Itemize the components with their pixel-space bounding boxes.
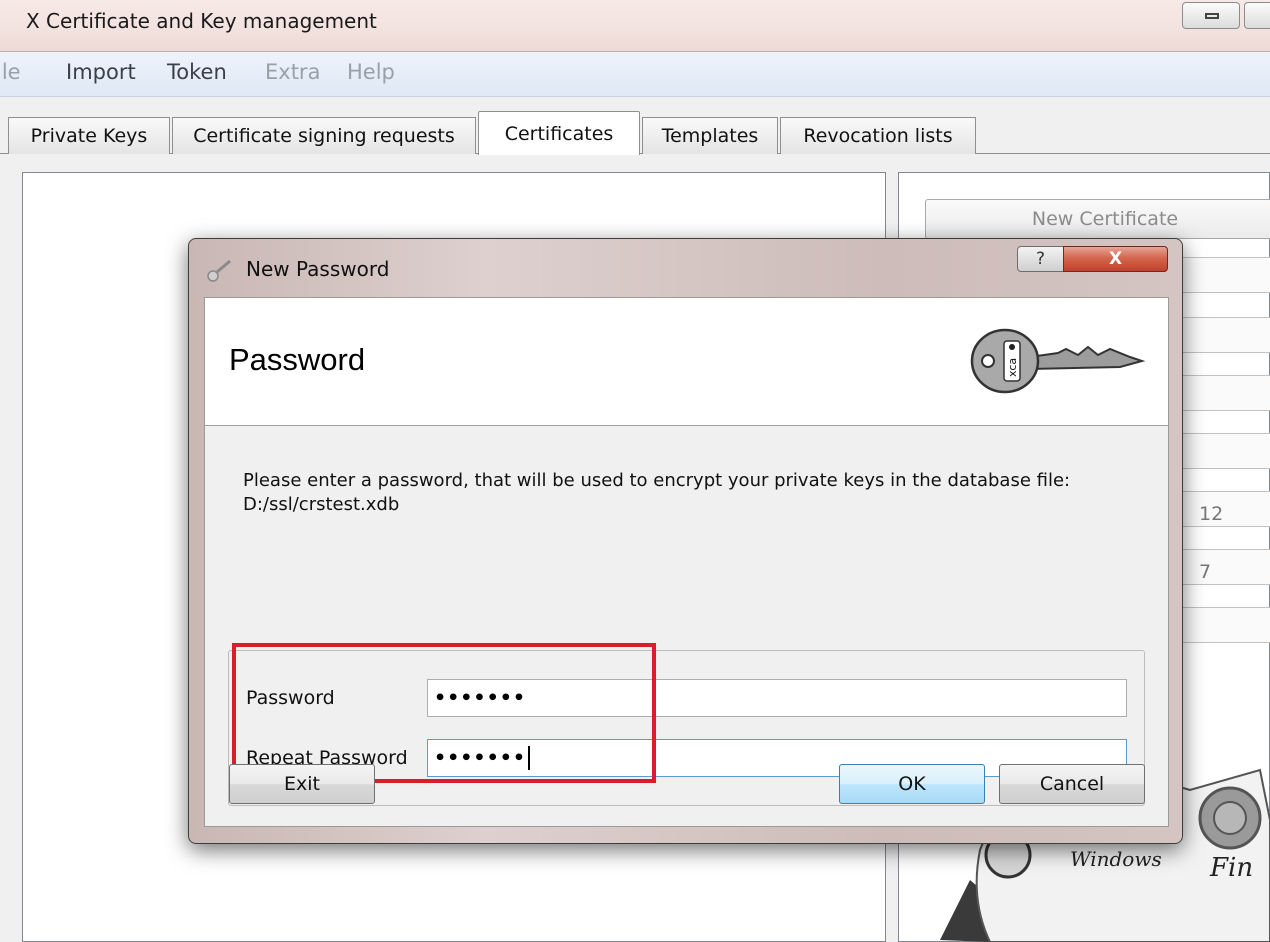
help-icon: ? — [1035, 249, 1046, 269]
tab-revocation-lists[interactable]: Revocation lists — [780, 117, 976, 154]
tab-private-keys[interactable]: Private Keys — [8, 117, 170, 154]
dialog-header: Password xca — [205, 298, 1168, 426]
menu-extra[interactable]: Extra — [265, 60, 320, 84]
menu-token[interactable]: Token — [167, 60, 227, 84]
dialog-body: Password xca Please enter a password, th… — [204, 297, 1169, 827]
tab-strip: Private Keys Certificate signing request… — [0, 97, 1270, 155]
new-password-dialog: New Password ? X Password xca Please ent… — [188, 238, 1183, 844]
close-button[interactable]: X — [1063, 246, 1168, 272]
partial-text: 12 — [1199, 503, 1224, 525]
key-logo-icon: xca — [970, 328, 1145, 394]
title-bar: X Certificate and Key management — [0, 0, 1270, 52]
dialog-title: New Password — [246, 257, 390, 281]
menu-help[interactable]: Help — [347, 60, 395, 84]
logo-text: xca — [1006, 358, 1019, 377]
seal-script-text: Windows — [1070, 847, 1162, 871]
tab-certificates[interactable]: Certificates — [478, 111, 640, 155]
help-button[interactable]: ? — [1017, 246, 1064, 272]
exit-button[interactable]: Exit — [229, 764, 375, 804]
menu-file[interactable]: ile — [0, 60, 21, 84]
tab-templates[interactable]: Templates — [642, 117, 778, 154]
seal-script-text: Fin — [1209, 853, 1253, 883]
tab-certificate-signing-requests[interactable]: Certificate signing requests — [172, 117, 476, 154]
cancel-button[interactable]: Cancel — [999, 764, 1145, 804]
window-title: X Certificate and Key management — [26, 9, 377, 33]
highlight-box — [232, 643, 656, 783]
minimize-icon — [1205, 13, 1219, 19]
maximize-button[interactable] — [1244, 2, 1270, 29]
minimize-button[interactable] — [1182, 2, 1240, 29]
ok-button[interactable]: OK — [839, 764, 985, 804]
close-icon: X — [1108, 249, 1123, 269]
key-icon — [207, 259, 231, 282]
menu-import[interactable]: Import — [66, 60, 136, 84]
new-certificate-button[interactable]: New Certificate — [925, 199, 1270, 239]
menu-bar: ile Import Token Extra Help — [0, 52, 1270, 97]
dialog-heading: Password — [229, 342, 366, 377]
partial-text: 7 — [1199, 561, 1212, 583]
window-controls — [1182, 2, 1270, 30]
info-text: Please enter a password, that will be us… — [243, 470, 1071, 491]
database-path: D:/ssl/crstest.xdb — [243, 494, 400, 515]
